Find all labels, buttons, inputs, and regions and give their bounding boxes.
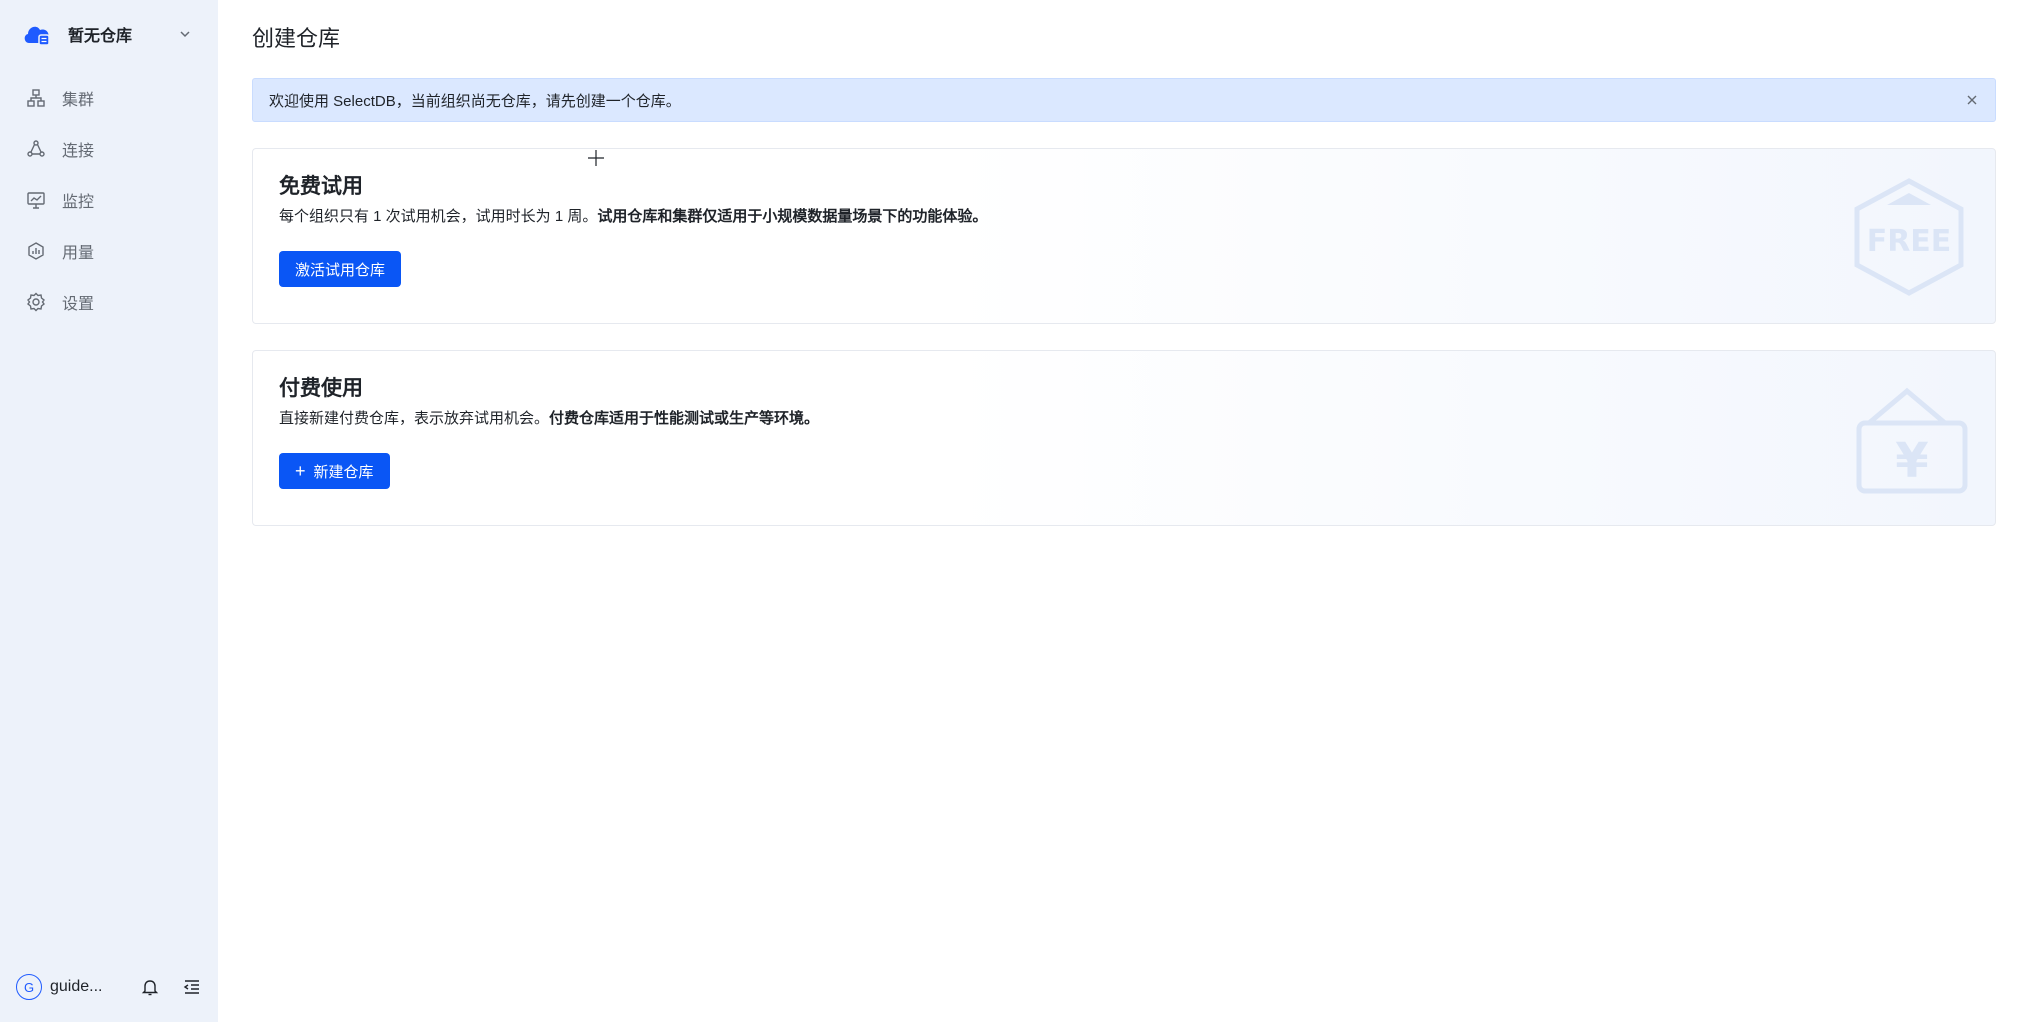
sidebar-item-label: 连接 [62,142,95,160]
plus-icon: + [295,461,306,481]
create-warehouse-label: 新建仓库 [313,463,374,481]
free-trial-desc-strong: 试用仓库和集群仅适用于小规模数据量场景下的功能体验。 [597,208,988,225]
sidebar-item-cluster[interactable]: 集群 [0,72,218,123]
alert-text: 欢迎使用 SelectDB，当前组织尚无仓库，请先创建一个仓库。 [269,92,681,110]
sidebar-nav: 集群 连接 监控 用量 设置 [0,72,218,327]
sidebar-item-connect[interactable]: 连接 [0,123,218,174]
free-trial-card: 免费试用 每个组织只有 1 次试用机会，试用时长为 1 周。试用仓库和集群仅适用… [252,148,1996,324]
user-name[interactable]: guide... [50,978,118,996]
sidebar-item-label: 监控 [62,193,95,211]
free-badge-text: FREE [1867,224,1952,259]
welcome-alert: 欢迎使用 SelectDB，当前组织尚无仓库，请先创建一个仓库。 [252,78,1996,122]
connect-icon [27,139,45,157]
sidebar-item-usage[interactable]: 用量 [0,225,218,276]
activate-trial-button[interactable]: 激活试用仓库 [279,251,402,287]
workspace-switcher[interactable]: 暂无仓库 [0,0,218,68]
cloud-logo-icon [24,26,50,46]
wallet-yen-icon: ¥ [1856,387,1968,494]
paid-card: 付费使用 直接新建付费仓库，表示放弃试用机会。付费仓库适用于性能测试或生产等环境… [252,350,1996,526]
collapse-menu-icon[interactable] [182,977,202,997]
sidebar-item-monitor[interactable]: 监控 [0,174,218,225]
free-trial-title: 免费试用 [279,175,363,198]
bell-icon[interactable] [140,977,160,997]
sidebar-footer: G guide... [0,952,218,1022]
gear-icon [27,292,45,311]
create-warehouse-button[interactable]: + 新建仓库 [279,453,390,489]
cursor-crosshair-icon [588,150,604,166]
free-trial-desc-normal: 每个组织只有 1 次试用机会，试用时长为 1 周。 [279,208,598,225]
sidebar-item-settings[interactable]: 设置 [0,276,218,327]
sidebar: 暂无仓库 集群 连接 监控 用量 设置 G guide... [0,0,218,1022]
chevron-down-icon [180,31,190,38]
paid-title: 付费使用 [279,377,363,400]
sidebar-item-label: 设置 [62,295,95,313]
close-icon[interactable] [1965,93,1979,107]
free-badge-icon: FREE [1854,178,1964,296]
app-root: 暂无仓库 集群 连接 监控 用量 设置 G guide... 创建仓库 欢迎使用… [0,0,2028,1022]
avatar[interactable]: G [16,974,42,1000]
paid-desc-normal: 直接新建付费仓库，表示放弃试用机会。 [279,410,550,427]
yen-badge-text: ¥ [1895,433,1928,489]
cluster-icon [27,88,45,107]
workspace-name: 暂无仓库 [68,28,133,45]
sidebar-item-label: 集群 [62,91,95,109]
page-title: 创建仓库 [252,26,341,51]
sidebar-item-label: 用量 [62,244,95,262]
paid-desc-strong: 付费仓库适用于性能测试或生产等环境。 [549,410,820,427]
paid-description: 直接新建付费仓库，表示放弃试用机会。付费仓库适用于性能测试或生产等环境。 [279,407,1969,431]
usage-icon [28,241,44,260]
monitor-icon [27,191,45,209]
main-content: 创建仓库 欢迎使用 SelectDB，当前组织尚无仓库，请先创建一个仓库。 免费… [218,0,2028,1022]
free-trial-description: 每个组织只有 1 次试用机会，试用时长为 1 周。试用仓库和集群仅适用于小规模数… [279,205,1969,229]
